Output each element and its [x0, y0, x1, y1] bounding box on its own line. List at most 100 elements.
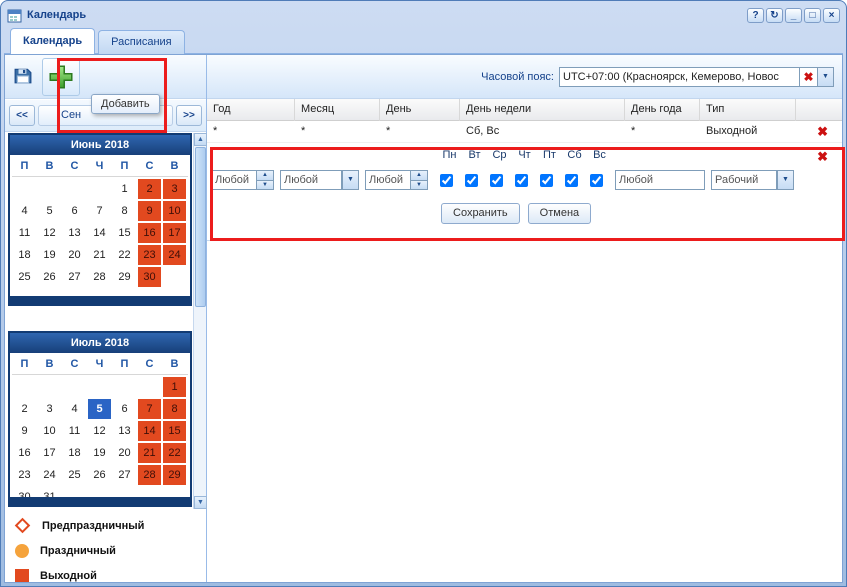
- calendar-day[interactable]: 6: [62, 200, 87, 222]
- type-dropdown-icon[interactable]: ▼: [777, 170, 794, 190]
- month-combo-input[interactable]: [280, 170, 342, 190]
- calendar-day[interactable]: 23: [12, 464, 37, 486]
- save-rule-button[interactable]: Сохранить: [441, 203, 520, 224]
- calendar-day[interactable]: 27: [62, 266, 87, 288]
- calendar-day[interactable]: 23: [137, 244, 162, 266]
- calendar-day[interactable]: 24: [162, 244, 187, 266]
- calendar-day[interactable]: 21: [137, 442, 162, 464]
- calendar-day[interactable]: 24: [37, 464, 62, 486]
- timezone-dropdown-icon[interactable]: ▼: [817, 67, 834, 87]
- calendar-day[interactable]: 22: [112, 244, 137, 266]
- weekday-checkbox-Вт[interactable]: [465, 174, 478, 187]
- calendar-day[interactable]: 2: [137, 178, 162, 200]
- calendar-day[interactable]: 26: [37, 266, 62, 288]
- minimize-button[interactable]: _: [785, 8, 802, 23]
- column-header-day[interactable]: День: [380, 99, 460, 121]
- nav-next-button[interactable]: >>: [176, 105, 202, 126]
- day-spin-up-icon[interactable]: ▲: [411, 170, 428, 181]
- calendar-day[interactable]: 16: [137, 222, 162, 244]
- help-button[interactable]: ?: [747, 8, 764, 23]
- calendar-day[interactable]: 16: [12, 442, 37, 464]
- calendar-day[interactable]: 28: [87, 266, 112, 288]
- weekday-checkbox-Сб[interactable]: [565, 174, 578, 187]
- calendar-day[interactable]: 27: [112, 464, 137, 486]
- calendar-day[interactable]: 1: [162, 376, 187, 398]
- calendar-day[interactable]: 7: [137, 398, 162, 420]
- calendar-day[interactable]: 11: [12, 222, 37, 244]
- calendar-day[interactable]: 19: [87, 442, 112, 464]
- calendar-day[interactable]: 29: [162, 464, 187, 486]
- calendar-day[interactable]: 11: [62, 420, 87, 442]
- cancel-button[interactable]: Отмена: [528, 203, 591, 224]
- calendar-day[interactable]: 15: [162, 420, 187, 442]
- calendar-day[interactable]: 5: [37, 200, 62, 222]
- calendar-day[interactable]: 4: [62, 398, 87, 420]
- column-header-year[interactable]: Год: [207, 99, 295, 121]
- calendar-day[interactable]: 13: [112, 420, 137, 442]
- calendar-day[interactable]: 30: [137, 266, 162, 288]
- calendar-day[interactable]: 6: [112, 398, 137, 420]
- grid-row[interactable]: ***Сб, Вс*Выходной✖: [207, 121, 842, 143]
- weekday-checkbox-Пт[interactable]: [540, 174, 553, 187]
- year-spin-up-icon[interactable]: ▲: [257, 170, 274, 181]
- calendar-day[interactable]: 25: [12, 266, 37, 288]
- scrollbar-thumb[interactable]: [195, 147, 206, 307]
- calendar-day[interactable]: 15: [112, 222, 137, 244]
- calendar-day[interactable]: 20: [112, 442, 137, 464]
- delete-editor-row-icon[interactable]: ✖: [817, 149, 828, 165]
- calendar-day[interactable]: 3: [162, 178, 187, 200]
- tab-calendar[interactable]: Календарь: [10, 28, 95, 54]
- calendar-day[interactable]: 26: [87, 464, 112, 486]
- weekday-checkbox-Чт[interactable]: [515, 174, 528, 187]
- calendar-day[interactable]: 10: [37, 420, 62, 442]
- timezone-input[interactable]: [559, 67, 799, 87]
- delete-row-icon[interactable]: ✖: [817, 124, 828, 140]
- calendar-day[interactable]: 18: [12, 244, 37, 266]
- calendar-day[interactable]: 10: [162, 200, 187, 222]
- calendar-day[interactable]: 7: [87, 200, 112, 222]
- scroll-down-icon[interactable]: ▼: [194, 496, 207, 509]
- calendar-day[interactable]: 8: [162, 398, 187, 420]
- calendar-day[interactable]: 28: [137, 464, 162, 486]
- year-spinner-input[interactable]: [211, 170, 257, 190]
- month-dropdown-icon[interactable]: ▼: [342, 170, 359, 190]
- calendar-day[interactable]: 14: [137, 420, 162, 442]
- calendar-day[interactable]: 12: [87, 420, 112, 442]
- weekday-checkbox-Вс[interactable]: [590, 174, 603, 187]
- vertical-scrollbar[interactable]: ▲ ▼: [193, 133, 206, 509]
- day-spin-down-icon[interactable]: ▼: [411, 181, 428, 191]
- calendar-day[interactable]: 25: [62, 464, 87, 486]
- calendar-day[interactable]: 19: [37, 244, 62, 266]
- calendar-day[interactable]: 17: [162, 222, 187, 244]
- calendar-day[interactable]: 31: [37, 486, 62, 507]
- weekday-checkbox-Ср[interactable]: [490, 174, 503, 187]
- calendar-day[interactable]: 22: [162, 442, 187, 464]
- calendar-day[interactable]: 30: [12, 486, 37, 507]
- calendar-day[interactable]: 12: [37, 222, 62, 244]
- day-spinner-input[interactable]: [365, 170, 411, 190]
- type-combo-input[interactable]: [711, 170, 777, 190]
- calendar-day[interactable]: 3: [37, 398, 62, 420]
- yearday-input[interactable]: [615, 170, 705, 190]
- calendar-day[interactable]: 1: [112, 178, 137, 200]
- tab-schedules[interactable]: Расписания: [98, 30, 184, 54]
- add-button[interactable]: [42, 58, 80, 96]
- scroll-up-icon[interactable]: ▲: [194, 133, 207, 146]
- column-header-yearday[interactable]: День года: [625, 99, 700, 121]
- maximize-button[interactable]: □: [804, 8, 821, 23]
- nav-prev-button[interactable]: <<: [9, 105, 35, 126]
- calendar-day[interactable]: 9: [12, 420, 37, 442]
- year-spin-down-icon[interactable]: ▼: [257, 181, 274, 191]
- column-header-type[interactable]: Тип: [700, 99, 796, 121]
- column-header-weekday[interactable]: День недели: [460, 99, 625, 121]
- calendar-day[interactable]: 9: [137, 200, 162, 222]
- calendar-day[interactable]: 18: [62, 442, 87, 464]
- close-button[interactable]: ×: [823, 8, 840, 23]
- calendar-day[interactable]: 21: [87, 244, 112, 266]
- calendar-day[interactable]: 8: [112, 200, 137, 222]
- titlebar[interactable]: Календарь ?↻_□×: [4, 4, 843, 26]
- calendar-day[interactable]: 29: [112, 266, 137, 288]
- refresh-button[interactable]: ↻: [766, 8, 783, 23]
- calendar-day[interactable]: 20: [62, 244, 87, 266]
- timezone-clear-icon[interactable]: ✖: [799, 67, 817, 87]
